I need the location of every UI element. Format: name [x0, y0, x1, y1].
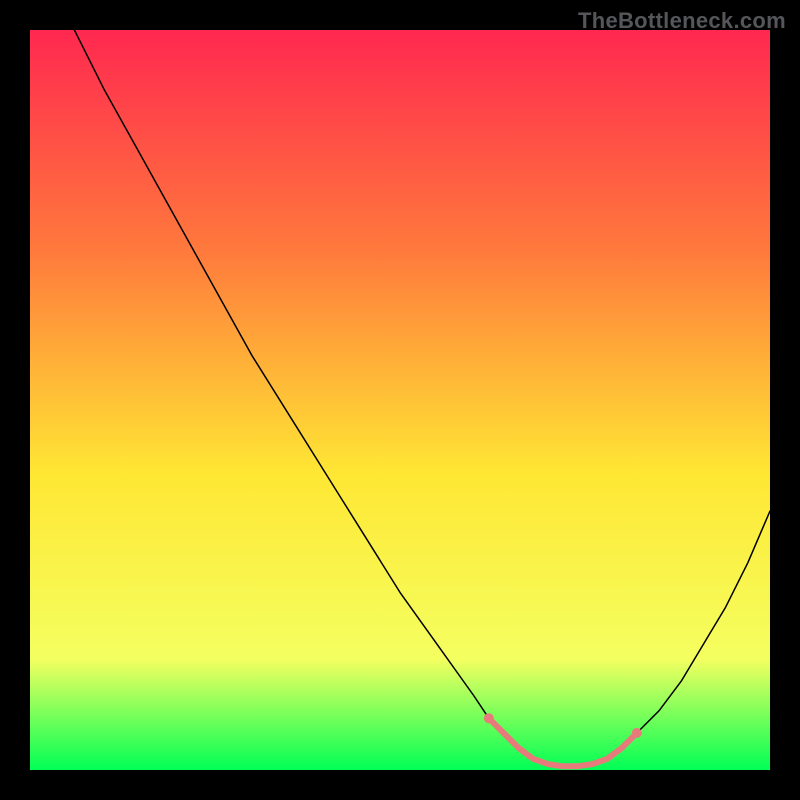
plot-area — [30, 30, 770, 770]
highlight-end-marker — [632, 728, 642, 738]
watermark-text: TheBottleneck.com — [578, 8, 786, 34]
chart-svg — [30, 30, 770, 770]
plot-container: TheBottleneck.com — [0, 0, 800, 800]
chart-background — [30, 30, 770, 770]
highlight-start-marker — [484, 713, 494, 723]
